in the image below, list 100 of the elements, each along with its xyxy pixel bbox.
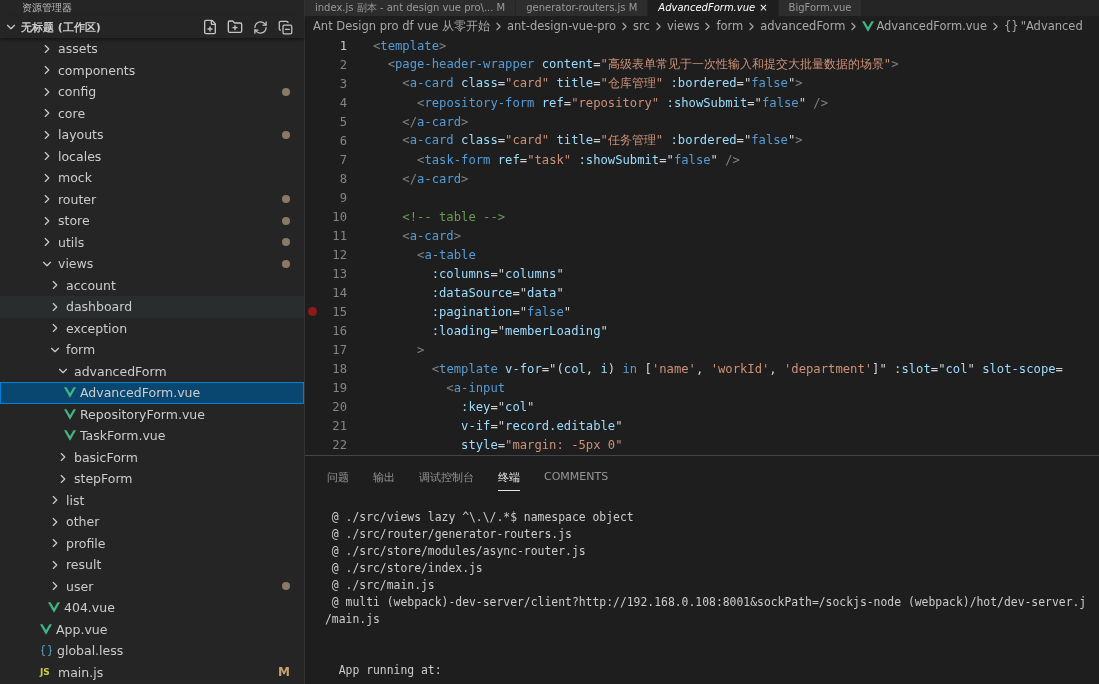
code-line: <task-form ref="task" :showSubmit="false" /> (416, 152, 740, 167)
file-item[interactable]: 404.vue (0, 597, 304, 619)
terminal-line: /main.js (325, 612, 381, 628)
line-number: 15 (331, 304, 347, 319)
code-line: :dataSource="data" (430, 285, 564, 300)
panel-tab[interactable]: 输出 (373, 466, 395, 491)
folder-item[interactable]: exception (0, 317, 304, 339)
code-line: > (416, 342, 425, 357)
vue-icon (48, 602, 60, 614)
folder-item[interactable]: profile (0, 532, 304, 554)
line-number: 11 (331, 228, 347, 243)
line-number: 9 (338, 190, 347, 205)
file-item[interactable]: JS main.js M (0, 661, 304, 683)
file-item[interactable]: TaskForm.vue (0, 425, 304, 447)
folder-item[interactable]: form (0, 339, 304, 361)
panel-tab[interactable]: 调试控制台 (419, 466, 474, 491)
folder-item[interactable]: layouts (0, 124, 304, 146)
breadcrumb-item[interactable]: ant-design-vue-pro (507, 19, 617, 33)
code-line: <page-header-wrapper content="高级表单常见于一次性输入和提交大批量数据的场景"> (386, 56, 899, 73)
folder-item[interactable]: locales (0, 145, 304, 167)
line-number: 8 (338, 171, 347, 186)
symbol-icon: {} (1004, 19, 1019, 33)
vue-icon (64, 408, 76, 420)
breadcrumb-item[interactable]: views (666, 19, 700, 33)
folder-item[interactable]: result (0, 554, 304, 576)
code-line: :pagination="false" (430, 304, 572, 319)
code-line: <a-card class="card" title="仓库管理" :bordered="false"> (401, 75, 803, 92)
folder-item[interactable]: advancedForm (0, 360, 304, 382)
folder-item[interactable]: views (0, 253, 304, 275)
code-line: </a-card> (401, 114, 469, 129)
modified-dot (282, 216, 290, 225)
file-item[interactable]: RepositoryForm.vue (0, 403, 304, 425)
line-number: 14 (331, 285, 347, 300)
git-status: M (278, 665, 290, 680)
code-line: <repository-form ref="repository" :showSubmit="false" /> (416, 95, 828, 110)
editor-tab[interactable]: generator-routers.js M (516, 0, 649, 16)
line-number: 10 (331, 209, 347, 224)
terminal-line: @ multi (webpack)-dev-server/client?http://192.168.0.108:8001&sockPath=/sockjs-node (webpack)/hot/dev-server.j (330, 595, 1088, 611)
breadcrumb-item[interactable]: Ant Design pro df vue 从零开始 (313, 18, 490, 34)
terminal-line: @ ./src/store/index.js (330, 561, 484, 577)
file-item[interactable]: App.vue (0, 618, 304, 640)
line-number: 18 (331, 361, 347, 376)
line-number: 19 (331, 380, 347, 395)
vue-icon (64, 430, 76, 442)
line-number: 7 (338, 152, 347, 167)
folder-item[interactable]: mock (0, 167, 304, 189)
code-line: <a-input (445, 380, 506, 395)
folder-item[interactable]: core (0, 102, 304, 124)
workspace-header[interactable]: 无标题 (工作区) (0, 16, 304, 38)
folder-item[interactable]: other (0, 511, 304, 533)
folder-item[interactable]: stepForm (0, 468, 304, 490)
file-item[interactable]: global.less (0, 640, 304, 662)
folder-item[interactable]: components (0, 59, 304, 81)
breadcrumb-item[interactable]: form (716, 19, 744, 33)
braces-icon (40, 644, 53, 658)
code-line: :loading="memberLoading" (430, 323, 608, 338)
panel-tab[interactable]: 问题 (327, 466, 349, 491)
line-number: 2 (338, 57, 347, 72)
panel-tab[interactable]: 终端 (498, 466, 520, 491)
terminal-line: @ ./src/views lazy ^\.\/.*$ namespace object (330, 510, 635, 526)
close-icon[interactable]: × (759, 0, 768, 16)
folder-item[interactable]: user (0, 575, 304, 597)
modified-dot (282, 195, 290, 204)
folder-item[interactable]: account (0, 274, 304, 296)
file-item[interactable]: AdvancedForm.vue (0, 382, 304, 404)
line-number: 4 (338, 95, 347, 110)
editor-tab[interactable]: BigForm.vue (778, 0, 863, 16)
line-number: 6 (338, 133, 347, 148)
folder-item[interactable]: router (0, 188, 304, 210)
editor-tab[interactable]: AdvancedForm.vue × (648, 0, 779, 16)
line-number: 5 (338, 114, 347, 129)
code-line: </a-card> (401, 171, 469, 186)
line-number: 12 (331, 247, 347, 262)
folder-item[interactable]: list (0, 489, 304, 511)
folder-item[interactable]: config (0, 81, 304, 103)
folder-item[interactable]: basicForm (0, 446, 304, 468)
panel-tab[interactable]: COMMENTS (544, 466, 609, 491)
modified-dot (282, 87, 290, 96)
code-line: v-if="record.editable" (460, 418, 623, 433)
code-line: <a-table (416, 247, 476, 262)
folder-item[interactable]: store (0, 210, 304, 232)
terminal-line: @ ./src/store/modules/async-router.js (330, 544, 587, 560)
folder-item[interactable]: utils (0, 231, 304, 253)
breadcrumb-item[interactable]: "Advanced (1020, 19, 1083, 33)
breadcrumb-item[interactable]: AdvancedForm.vue (876, 19, 987, 33)
line-number: 1 (338, 38, 347, 53)
modified-dot (282, 130, 290, 139)
breakpoint-dot[interactable] (307, 307, 317, 316)
modified-dot (282, 582, 290, 591)
folder-item[interactable]: assets (0, 38, 304, 60)
folder-item[interactable]: dashboard (0, 296, 304, 318)
breadcrumb-item[interactable]: advancedForm (760, 19, 846, 33)
line-number: 21 (331, 418, 347, 433)
line-number: 3 (338, 76, 347, 91)
breadcrumb-item[interactable]: src (633, 19, 650, 33)
code-line: <template v-for="(col, i) in ['name', 'workId', 'department']" :slot="col" slot-scope= (430, 361, 1063, 376)
modified-dot (282, 238, 290, 247)
terminal-line: App running at: (337, 663, 443, 679)
editor-tab[interactable]: index.js 副本 - ant design vue pro\... M (305, 0, 517, 16)
sidebar-title: 资源管理器 (21, 1, 73, 15)
